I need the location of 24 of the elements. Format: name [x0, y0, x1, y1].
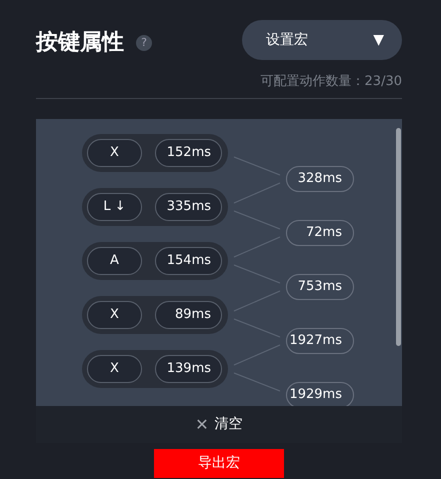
- export-button[interactable]: 导出宏: [154, 449, 284, 478]
- duration-field[interactable]: 335ms: [155, 193, 222, 221]
- key-field[interactable]: X: [87, 355, 142, 383]
- step-row[interactable]: X 89ms: [82, 296, 228, 334]
- clear-button[interactable]: ✕ 清空: [195, 412, 243, 436]
- page-title: 按键属性: [36, 32, 124, 54]
- duration-field[interactable]: 89ms: [155, 301, 222, 329]
- action-count: 可配置动作数量：23/30: [260, 74, 402, 89]
- step-row[interactable]: L ↓ 335ms: [82, 188, 228, 226]
- delay-field[interactable]: 753ms: [286, 274, 354, 300]
- step-row[interactable]: X 139ms: [82, 350, 228, 388]
- delay-field[interactable]: 72ms: [286, 220, 354, 246]
- step-row[interactable]: X 152ms: [82, 134, 228, 172]
- key-field[interactable]: L ↓: [87, 193, 142, 221]
- duration-field[interactable]: 152ms: [155, 139, 222, 167]
- delay-field[interactable]: 1927ms: [286, 328, 354, 354]
- duration-field[interactable]: 154ms: [155, 247, 222, 275]
- delay-field[interactable]: 328ms: [286, 166, 354, 192]
- duration-field[interactable]: 139ms: [155, 355, 222, 383]
- key-field[interactable]: A: [87, 247, 142, 275]
- key-field[interactable]: X: [87, 301, 142, 329]
- step-row[interactable]: A 154ms: [82, 242, 228, 280]
- macro-dropdown[interactable]: 设置宏 ▼: [242, 20, 402, 60]
- key-field[interactable]: X: [87, 139, 142, 167]
